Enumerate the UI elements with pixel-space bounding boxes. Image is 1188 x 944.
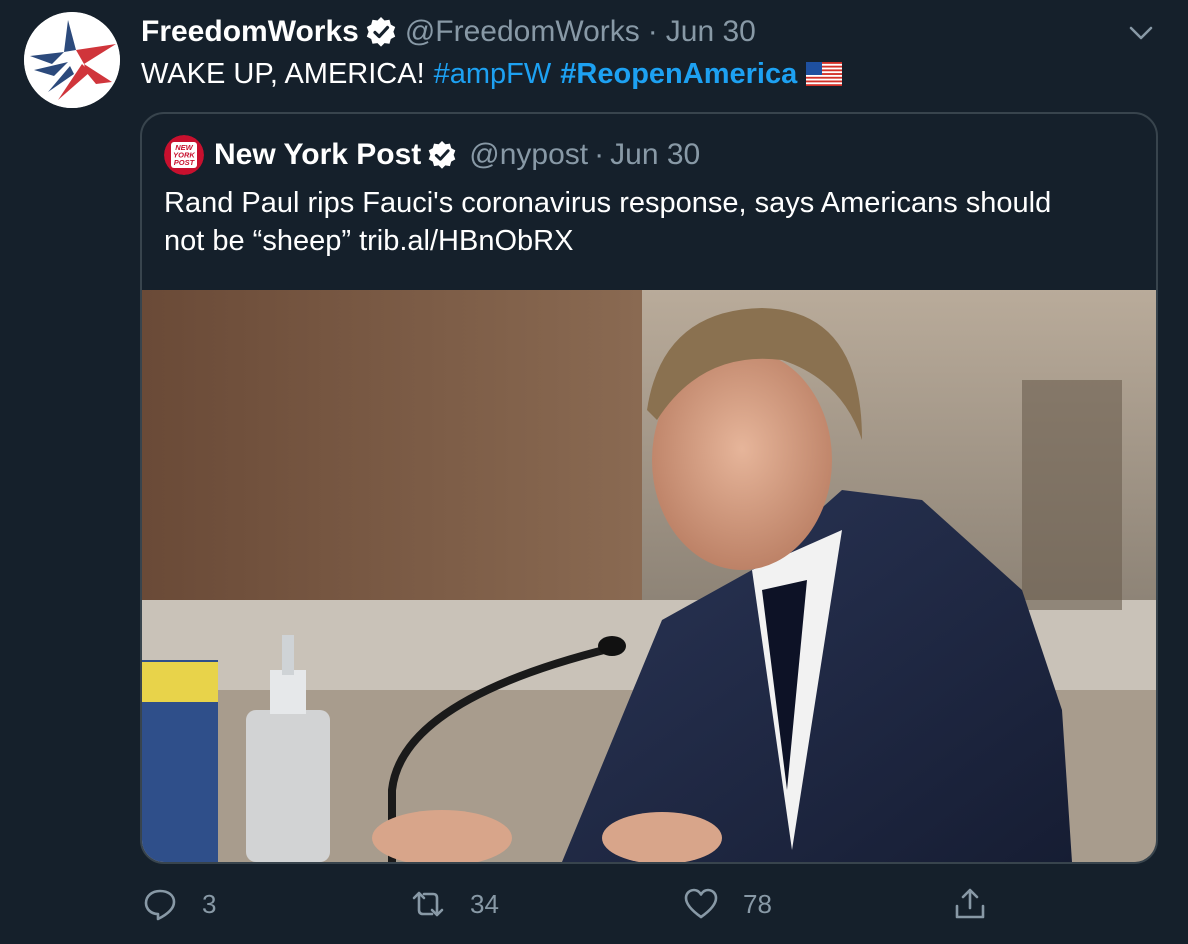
retweet-button[interactable]: 34 <box>410 880 499 928</box>
like-count: 78 <box>743 888 772 919</box>
freedomworks-star-logo-icon <box>24 12 120 108</box>
quoted-tweet-text: Rand Paul rips Fauci's coronavirus respo… <box>164 184 1124 260</box>
quoted-user-handle[interactable]: @nypost <box>469 138 588 172</box>
verified-badge-icon <box>365 16 397 48</box>
separator-dot: · <box>647 15 658 48</box>
quoted-tweet-date[interactable]: Jun 30 <box>610 138 700 172</box>
reply-button[interactable]: 3 <box>142 880 216 928</box>
nypost-logo-icon: NEW YORK POST <box>164 135 204 175</box>
nypost-avatar[interactable]: NEW YORK POST <box>164 135 204 175</box>
share-icon <box>955 888 985 919</box>
tweet-header: FreedomWorks @FreedomWorks · Jun 30 <box>141 14 756 50</box>
heart-icon <box>684 888 718 919</box>
user-handle[interactable]: @FreedomWorks <box>405 15 640 49</box>
retweet-icon <box>412 891 444 917</box>
tweet[interactable]: FreedomWorks @FreedomWorks · Jun 30 WAKE… <box>0 0 1188 944</box>
us-flag-icon <box>806 62 843 86</box>
hashtag-link[interactable]: #ReopenAmerica <box>560 56 797 92</box>
freedomworks-avatar[interactable] <box>24 12 120 108</box>
chevron-down-icon[interactable] <box>1126 18 1156 48</box>
retweet-count: 34 <box>470 888 499 919</box>
news-photo[interactable] <box>142 290 1156 862</box>
display-name[interactable]: FreedomWorks <box>141 15 359 49</box>
photo-illustration <box>142 290 1156 862</box>
tweet-text: WAKE UP, AMERICA! #ampFW #ReopenAmerica <box>141 56 843 92</box>
like-button[interactable]: 78 <box>683 880 772 928</box>
tweet-date[interactable]: Jun 30 <box>666 15 756 49</box>
reply-icon <box>144 889 176 921</box>
hashtag-link[interactable]: #ampFW <box>434 56 552 92</box>
quoted-display-name[interactable]: New York Post <box>214 138 421 172</box>
separator-dot: · <box>594 138 605 171</box>
quoted-tweet[interactable]: NEW YORK POST New York Post @nypost · Ju… <box>140 112 1158 864</box>
svg-text:POST: POST <box>174 158 196 167</box>
verified-badge-icon <box>427 140 457 170</box>
tweet-actions: 3 34 78 <box>140 880 1158 928</box>
quoted-tweet-header: NEW YORK POST New York Post @nypost · Ju… <box>164 135 700 175</box>
reply-count: 3 <box>202 888 217 919</box>
tweet-body: WAKE UP, AMERICA! <box>141 58 425 90</box>
quoted-text-line: Rand Paul rips Fauci's coronavirus respo… <box>164 187 1052 219</box>
quoted-text-line: not be “sheep” trib.al/HBnObRX <box>164 225 574 257</box>
share-button[interactable] <box>952 880 988 928</box>
